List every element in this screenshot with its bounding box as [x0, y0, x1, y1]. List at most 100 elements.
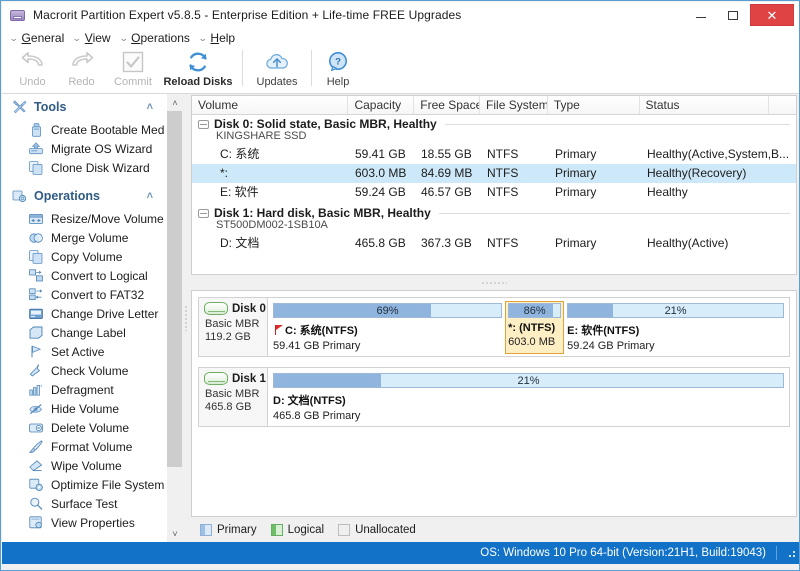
scroll-down-arrow-icon[interactable]: ˅ [167, 525, 183, 542]
optimize-filesystem-icon [28, 478, 44, 492]
sidebar-item-change-label[interactable]: Change Label [2, 323, 165, 342]
help-button[interactable]: ? Help [318, 47, 358, 92]
refresh-circular-arrows-icon [186, 50, 210, 74]
check-volume-wrench-icon [28, 364, 44, 378]
commit-button[interactable]: Commit [106, 47, 160, 92]
close-button[interactable]: ✕ [750, 4, 794, 26]
table-row[interactable]: C: 系统 59.41 GB 18.55 GB NTFS Primary Hea… [192, 145, 796, 164]
disk-map-block-disk1[interactable]: Disk 1 Basic MBR 465.8 GB 21% D: 文档(NTFS… [198, 367, 790, 427]
redo-label: Redo [68, 76, 94, 88]
column-header-extra[interactable] [769, 96, 796, 114]
sidebar-item-format-volume[interactable]: Format Volume [2, 437, 165, 456]
maximize-button[interactable] [718, 4, 748, 26]
sidebar-item-merge-volume[interactable]: Merge Volume [2, 228, 165, 247]
column-header-free-space[interactable]: Free Space [414, 96, 480, 114]
sidebar-item-label: Delete Volume [51, 421, 129, 435]
sidebar-item-clone-disk-wizard[interactable]: Clone Disk Wizard [2, 158, 165, 177]
sidebar-item-convert-to-logical[interactable]: Convert to Logical [2, 266, 165, 285]
column-header-file-system[interactable]: File System [480, 96, 548, 114]
sidebar-item-label: Clone Disk Wizard [51, 161, 150, 175]
cell-status: Healthy(Recovery) [641, 164, 793, 183]
column-header-type[interactable]: Type [548, 96, 640, 114]
updates-button[interactable]: Updates [249, 47, 305, 92]
column-header-volume[interactable]: Volume [192, 96, 348, 114]
partition-d[interactable]: 21% D: 文档(NTFS) 465.8 GB Primary [270, 371, 787, 424]
legend-label: Unallocated [355, 524, 416, 536]
sidebar-item-delete-volume[interactable]: Delete Volume [2, 418, 165, 437]
table-row[interactable]: E: 软件 59.24 GB 46.57 GB NTFS Primary Hea… [192, 183, 796, 202]
disk-map: Disk 0 Basic MBR 119.2 GB 69% C: 系统(NTFS… [191, 290, 797, 517]
scroll-up-arrow-icon[interactable]: ˄ [167, 94, 183, 111]
partition-name-text: D: 文档(NTFS) [273, 392, 346, 408]
scrollbar-thumb[interactable] [167, 111, 183, 467]
hard-disk-icon [204, 302, 228, 315]
sidebar-item-resize-move-volume[interactable]: Resize/Move Volume [2, 209, 165, 228]
sidebar-scrollbar[interactable]: ˄ ˅ [166, 94, 182, 542]
partition-e[interactable]: 21% E: 软件(NTFS) 59.24 GB Primary [564, 301, 787, 354]
sidebar-item-optimize-file-system[interactable]: Optimize File System [2, 475, 165, 494]
svg-text:?: ? [335, 57, 341, 68]
sidebar-item-surface-test[interactable]: Surface Test [2, 494, 165, 513]
sidebar-item-defragment[interactable]: Defragment [2, 380, 165, 399]
reload-disks-button[interactable]: Reload Disks [160, 47, 236, 92]
window-bottom-strip [2, 564, 800, 570]
table-row[interactable]: D: 文档 465.8 GB 367.3 GB NTFS Primary Hea… [192, 234, 796, 253]
disk-model-label: KINGSHARE SSD [192, 130, 796, 145]
sidebar-item-wipe-volume[interactable]: Wipe Volume [2, 456, 165, 475]
sidebar-item-view-properties[interactable]: View Properties [2, 513, 165, 532]
tools-wrench-screwdriver-icon [12, 100, 30, 114]
partition-c[interactable]: 69% C: 系统(NTFS) 59.41 GB Primary [270, 301, 505, 354]
sidebar-group-tools[interactable]: Tools ˄ [2, 94, 165, 120]
sidebar-item-copy-volume[interactable]: Copy Volume [2, 247, 165, 266]
delete-volume-icon [28, 421, 44, 435]
hard-disk-icon [204, 372, 228, 385]
usage-percent: 86% [524, 305, 546, 317]
menu-item-general[interactable]: ⌄ General [10, 31, 64, 45]
toolbar-separator-2 [311, 50, 312, 86]
sidebar-item-create-bootable-media[interactable]: Create Bootable Media [2, 120, 165, 139]
collapse-box-icon[interactable] [198, 209, 209, 218]
menu-item-help[interactable]: ⌄ Help [199, 31, 235, 45]
redo-button[interactable]: Redo [57, 47, 106, 92]
disk-group-title: Disk 0: Solid state, Basic MBR, Healthy [214, 117, 437, 131]
disk-map-block-disk0[interactable]: Disk 0 Basic MBR 119.2 GB 69% C: 系统(NTFS… [198, 297, 790, 357]
flag-icon [28, 345, 44, 359]
resize-grip-icon[interactable] [785, 547, 797, 559]
sidebar-group-operations[interactable]: Operations ˄ [2, 183, 165, 209]
column-header-status[interactable]: Status [640, 96, 770, 114]
cell-capacity: 603.0 MB [349, 164, 415, 183]
column-header-capacity[interactable]: Capacity [348, 96, 414, 114]
disk-group-header[interactable]: Disk 0: Solid state, Basic MBR, Healthy [192, 115, 796, 130]
disk-model-label: ST500DM002-1SB10A [192, 219, 796, 234]
disk-group-header[interactable]: Disk 1: Hard disk, Basic MBR, Healthy [192, 204, 796, 219]
chevron-down-icon: ⌄ [118, 34, 128, 43]
help-label: Help [327, 76, 350, 88]
toolbar-separator [242, 50, 243, 86]
minimize-button[interactable] [686, 4, 716, 26]
format-volume-brush-icon [28, 440, 44, 454]
undo-button[interactable]: Undo [8, 47, 57, 92]
chevron-up-icon[interactable]: ˄ [147, 101, 153, 113]
sidebar-item-set-active[interactable]: Set Active [2, 342, 165, 361]
sidebar-item-change-drive-letter[interactable]: Change Drive Letter [2, 304, 165, 323]
partition-recovery[interactable]: 86% *: (NTFS) 603.0 MB [505, 301, 564, 354]
collapse-box-icon[interactable] [198, 120, 209, 129]
usb-drive-icon [28, 123, 44, 137]
convert-fat32-icon [28, 288, 44, 302]
menu-item-view[interactable]: ⌄ View [73, 31, 110, 45]
sidebar-item-check-volume[interactable]: Check Volume [2, 361, 165, 380]
sidebar-item-label: Wipe Volume [51, 459, 122, 473]
disk-scheme: Basic MBR [204, 388, 267, 401]
partition-size: 59.41 GB Primary [273, 340, 502, 352]
sidebar-item-convert-to-fat32[interactable]: Convert to FAT32 [2, 285, 165, 304]
table-row[interactable]: *: 603.0 MB 84.69 MB NTFS Primary Health… [192, 164, 796, 183]
cell-type: Primary [549, 183, 641, 202]
resize-move-icon [28, 212, 44, 226]
chevron-up-icon[interactable]: ˄ [147, 190, 153, 202]
sidebar-item-hide-volume[interactable]: Hide Volume [2, 399, 165, 418]
menu-item-operations[interactable]: ⌄ Operations [120, 31, 190, 45]
vertical-splitter[interactable] [182, 94, 190, 542]
sidebar-item-migrate-os-wizard[interactable]: Migrate OS Wizard [2, 139, 165, 158]
horizontal-splitter[interactable] [191, 277, 797, 289]
partition-size: 465.8 GB Primary [273, 410, 784, 422]
